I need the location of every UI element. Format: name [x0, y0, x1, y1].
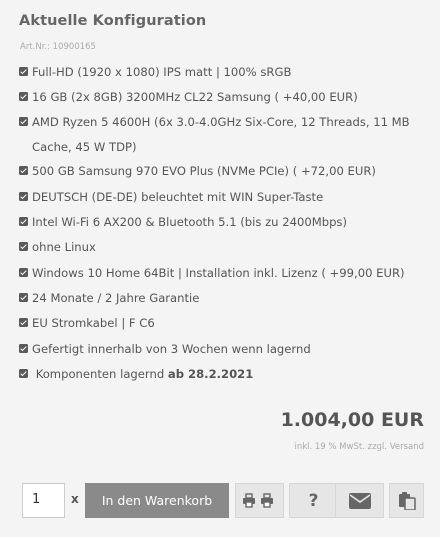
- page-title: Aktuelle Konfiguration: [19, 13, 207, 29]
- checkbox-icon: [19, 92, 28, 101]
- quantity-multiplier: x: [71, 492, 79, 506]
- print-icon: [242, 492, 273, 508]
- tax-note: inkl. 19 % MwSt. zzgl. Versand: [294, 442, 424, 452]
- feature-cpu-continued: Cache, 45 W TDP): [32, 140, 137, 154]
- checkbox-icon: [19, 217, 28, 226]
- feature-os: Windows 10 Home 64Bit | Installation ink…: [19, 261, 424, 286]
- feature-cpu: AMD Ryzen 5 4600H (6x 3.0-4.0GHz Six-Cor…: [19, 110, 424, 160]
- configuration-panel: Aktuelle Konfiguration Art.Nr.: 10900165…: [0, 0, 440, 537]
- checkbox-icon: [19, 318, 28, 327]
- feature-power-cable: EU Stromkabel | F C6: [19, 311, 424, 336]
- feature-linux: ohne Linux: [19, 235, 424, 260]
- question-icon: ?: [308, 490, 319, 511]
- add-to-cart-button[interactable]: In den Warenkorb: [85, 483, 229, 518]
- checkbox-icon: [19, 117, 28, 126]
- checkbox-icon: [19, 166, 28, 175]
- checkbox-icon: [19, 268, 28, 277]
- checkbox-icon: [19, 369, 28, 378]
- question-button[interactable]: ?: [289, 483, 338, 518]
- stock-date: ab 28.2.2021: [167, 367, 254, 381]
- quantity-input[interactable]: 1: [22, 483, 65, 518]
- feature-display: Full-HD (1920 x 1080) IPS matt | 100% sR…: [19, 60, 424, 85]
- checkbox-icon: [19, 67, 28, 76]
- copy-button[interactable]: [389, 483, 424, 518]
- feature-warranty: 24 Monate / 2 Jahre Garantie: [19, 286, 424, 311]
- email-button[interactable]: [335, 483, 384, 518]
- price: 1.004,00 EUR: [280, 409, 424, 431]
- checkbox-icon: [19, 293, 28, 302]
- envelope-icon: [348, 492, 371, 509]
- feature-wifi: Intel Wi-Fi 6 AX200 & Bluetooth 5.1 (bis…: [19, 210, 424, 235]
- feature-ram: 16 GB (2x 8GB) 3200MHz CL22 Samsung ( +4…: [19, 85, 424, 110]
- feature-keyboard: DEUTSCH (DE-DE) beleuchtet mit WIN Super…: [19, 185, 424, 210]
- clipboard-icon: [398, 491, 416, 510]
- feature-stock: Komponenten lagernd ab 28.2.2021: [19, 362, 424, 387]
- feature-production: Gefertigt innerhalb von 3 Wochen wenn la…: [19, 337, 424, 362]
- checkbox-icon: [19, 344, 28, 353]
- article-number: Art.Nr.: 10900165: [20, 42, 96, 52]
- print-button[interactable]: [235, 483, 284, 518]
- checkbox-icon: [19, 242, 28, 251]
- feature-ssd: 500 GB Samsung 970 EVO Plus (NVMe PCIe) …: [19, 159, 424, 184]
- checkbox-icon: [19, 192, 28, 201]
